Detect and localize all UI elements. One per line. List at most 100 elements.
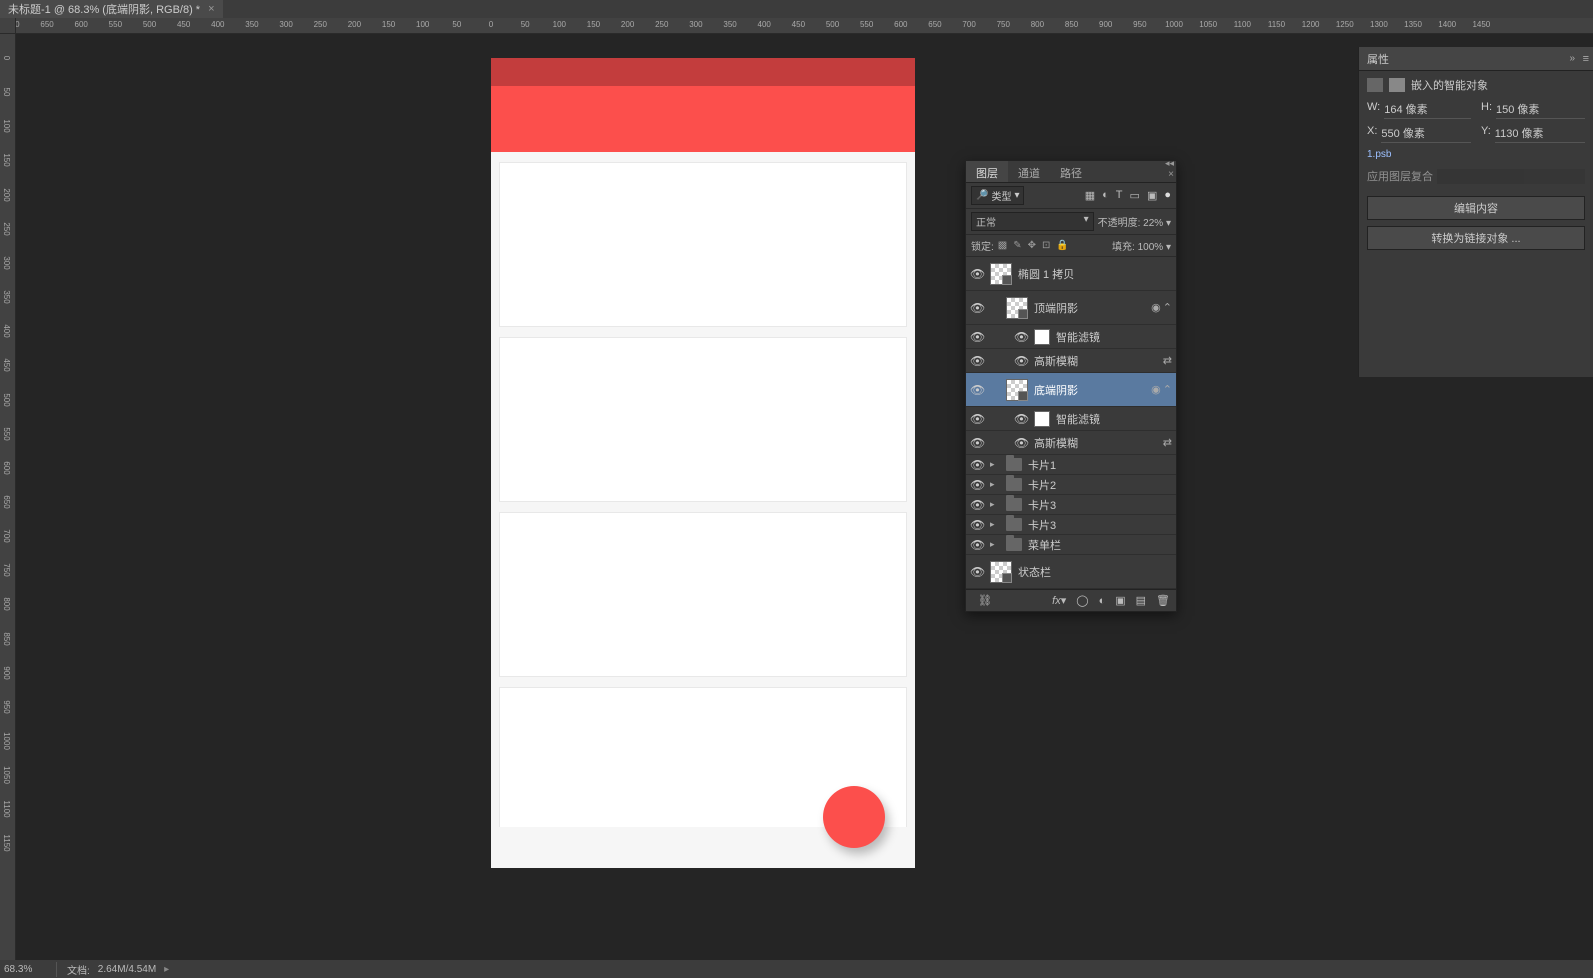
ruler-horizontal[interactable]: 7507006506005505004504003503002502001501… [16, 18, 1593, 34]
blend-mode-dropdown[interactable]: 正常 ▾ [971, 212, 1094, 231]
lock-brush-icon[interactable]: ✎ [1013, 240, 1021, 251]
disclosure-icon[interactable]: ▸ [990, 459, 1000, 470]
y-value[interactable]: 1130 像素 [1495, 125, 1585, 143]
visibility-toggle-icon[interactable]: 👁 [970, 436, 984, 450]
visibility-toggle-icon[interactable]: 👁 [970, 538, 984, 552]
layer-thumbnail[interactable] [990, 263, 1012, 285]
layers-panel[interactable]: ◂◂ 图层 通道 路径 × 🔎 类型 ▾ ▦ ◐ T ▭ ▣ ● 正常 ▾ 不透… [965, 160, 1177, 612]
ruler-vertical[interactable]: 0501001502002503003504004505005506006507… [0, 34, 16, 960]
panel-menu-icon[interactable]: × [1168, 169, 1174, 180]
layer-row[interactable]: 👁 椭圆 1 拷贝 [966, 257, 1176, 291]
layer-row[interactable]: 👁 顶端阴影 ◉⌃ [966, 291, 1176, 325]
adjustment-icon[interactable]: ◐ [1099, 595, 1106, 607]
layer-name[interactable]: 高斯模糊 [1034, 435, 1157, 451]
panel-menu-icon[interactable]: ≡ [1583, 53, 1589, 65]
opacity-value[interactable]: 22% [1143, 218, 1163, 229]
disclosure-icon[interactable]: ▸ [990, 499, 1000, 510]
lock-move-icon[interactable]: ✥ [1028, 240, 1036, 251]
layer-row[interactable]: 👁 ▸ 卡片3 [966, 495, 1176, 515]
layer-name[interactable]: 顶端阴影 [1034, 300, 1145, 316]
layer-row[interactable]: 👁 👁 高斯模糊 ⇄ [966, 431, 1176, 455]
visibility-toggle-icon[interactable]: 👁 [970, 518, 984, 532]
collapse-icon[interactable]: ⌃ [1163, 301, 1172, 314]
visibility-toggle-icon[interactable]: 👁 [970, 267, 984, 281]
filter-smart-icon[interactable]: ▣ [1147, 189, 1157, 202]
document-tab[interactable]: 未标题-1 @ 68.3% (底端阴影, RGB/8) * × [0, 0, 223, 18]
layer-thumbnail[interactable] [1006, 379, 1028, 401]
visibility-toggle-icon[interactable]: 👁 [1014, 354, 1028, 368]
tab-layers[interactable]: 图层 [966, 161, 1008, 182]
collapse-icon[interactable]: » [1569, 53, 1575, 64]
filter-shape-icon[interactable]: ▭ [1130, 189, 1140, 202]
group-icon[interactable]: ▣ [1115, 594, 1125, 607]
filter-toggle-icon[interactable]: ● [1164, 189, 1171, 202]
layer-comp-dropdown[interactable] [1437, 169, 1585, 184]
layer-thumbnail[interactable] [990, 561, 1012, 583]
visibility-toggle-icon[interactable]: 👁 [970, 383, 984, 397]
canvas-area[interactable] [16, 34, 1593, 960]
filter-options-icon[interactable]: ⇄ [1163, 436, 1172, 449]
x-value[interactable]: 550 像素 [1381, 125, 1471, 143]
layer-row[interactable]: 👁 👁 高斯模糊 ⇄ [966, 349, 1176, 373]
height-value[interactable]: 150 像素 [1496, 101, 1585, 119]
filter-options-icon[interactable]: ⇄ [1163, 354, 1172, 367]
layer-name[interactable]: 卡片2 [1028, 477, 1172, 493]
layer-row[interactable]: 👁 👁 智能滤镜 [966, 325, 1176, 349]
lock-transparent-icon[interactable]: ▩ [998, 240, 1007, 251]
filter-adjust-icon[interactable]: ◐ [1102, 189, 1109, 202]
visibility-toggle-icon[interactable]: 👁 [970, 498, 984, 512]
dock-icon[interactable]: ◂◂ [1165, 159, 1174, 168]
layer-name[interactable]: 智能滤镜 [1056, 329, 1172, 345]
layer-row[interactable]: 👁 状态栏 [966, 555, 1176, 589]
collapse-icon[interactable]: ⌃ [1163, 383, 1172, 396]
layer-row[interactable]: 👁 ▸ 卡片2 [966, 475, 1176, 495]
source-file-link[interactable]: 1.psb [1367, 149, 1585, 160]
filter-type-dropdown[interactable]: 🔎 类型 ▾ [971, 186, 1024, 205]
mask-icon[interactable]: ◯ [1076, 594, 1088, 607]
fill-value[interactable]: 100% [1138, 242, 1164, 253]
close-icon[interactable]: × [208, 3, 214, 15]
disclosure-icon[interactable]: ▸ [990, 539, 1000, 550]
fx-icon[interactable]: fx▾ [1052, 594, 1066, 607]
visibility-toggle-icon[interactable]: 👁 [970, 478, 984, 492]
visibility-toggle-icon[interactable]: 👁 [970, 412, 984, 426]
layer-name[interactable]: 菜单栏 [1028, 537, 1172, 553]
visibility-toggle-icon[interactable]: 👁 [970, 565, 984, 579]
filter-visibility-icon[interactable]: ◉ [1151, 301, 1161, 314]
design-mockup[interactable] [491, 58, 915, 868]
doc-size[interactable]: 文档: 2.64M/4.54M ▸ [56, 962, 179, 977]
layer-name[interactable]: 高斯模糊 [1034, 353, 1157, 369]
filter-text-icon[interactable]: T [1116, 189, 1123, 202]
zoom-level[interactable]: 68.3% [4, 964, 56, 975]
disclosure-icon[interactable]: ▸ [990, 519, 1000, 530]
layer-row[interactable]: 👁 ▸ 卡片3 [966, 515, 1176, 535]
chevron-right-icon[interactable]: ▸ [164, 964, 169, 975]
layer-name[interactable]: 卡片3 [1028, 497, 1172, 513]
properties-panel[interactable]: 属性 » ≡ 嵌入的智能对象 W: 164 像素 H: 150 像素 X: 55… [1358, 47, 1593, 377]
layer-name[interactable]: 状态栏 [1018, 564, 1172, 580]
layer-name[interactable]: 智能滤镜 [1056, 411, 1172, 427]
layers-list[interactable]: 👁椭圆 1 拷贝👁顶端阴影◉⌃👁👁智能滤镜👁👁高斯模糊⇄👁底端阴影◉⌃👁👁智能滤… [966, 257, 1176, 589]
chevron-down-icon[interactable]: ▾ [1166, 218, 1171, 229]
visibility-toggle-icon[interactable]: 👁 [1014, 330, 1028, 344]
disclosure-icon[interactable]: ▸ [990, 479, 1000, 490]
layer-row[interactable]: 👁👁智能滤镜 [966, 407, 1176, 431]
layer-name[interactable]: 底端阴影 [1034, 382, 1145, 398]
tab-paths[interactable]: 路径 [1050, 161, 1092, 182]
lock-artboard-icon[interactable]: ⊡ [1042, 240, 1050, 251]
width-value[interactable]: 164 像素 [1384, 101, 1471, 119]
visibility-toggle-icon[interactable]: 👁 [970, 354, 984, 368]
chevron-down-icon[interactable]: ▾ [1166, 242, 1171, 253]
layer-name[interactable]: 卡片3 [1028, 517, 1172, 533]
tab-channels[interactable]: 通道 [1008, 161, 1050, 182]
link-layers-icon[interactable]: ⛓ [978, 594, 992, 607]
layer-name[interactable]: 椭圆 1 拷贝 [1018, 266, 1172, 282]
layer-row[interactable]: 👁▸卡片1 [966, 455, 1176, 475]
visibility-toggle-icon[interactable]: 👁 [970, 301, 984, 315]
visibility-toggle-icon[interactable]: 👁 [1014, 436, 1028, 450]
visibility-toggle-icon[interactable]: 👁 [970, 330, 984, 344]
layer-row[interactable]: 👁底端阴影◉⌃ [966, 373, 1176, 407]
layer-row[interactable]: 👁 ▸ 菜单栏 [966, 535, 1176, 555]
layer-thumbnail[interactable] [1006, 297, 1028, 319]
visibility-toggle-icon[interactable]: 👁 [970, 458, 984, 472]
